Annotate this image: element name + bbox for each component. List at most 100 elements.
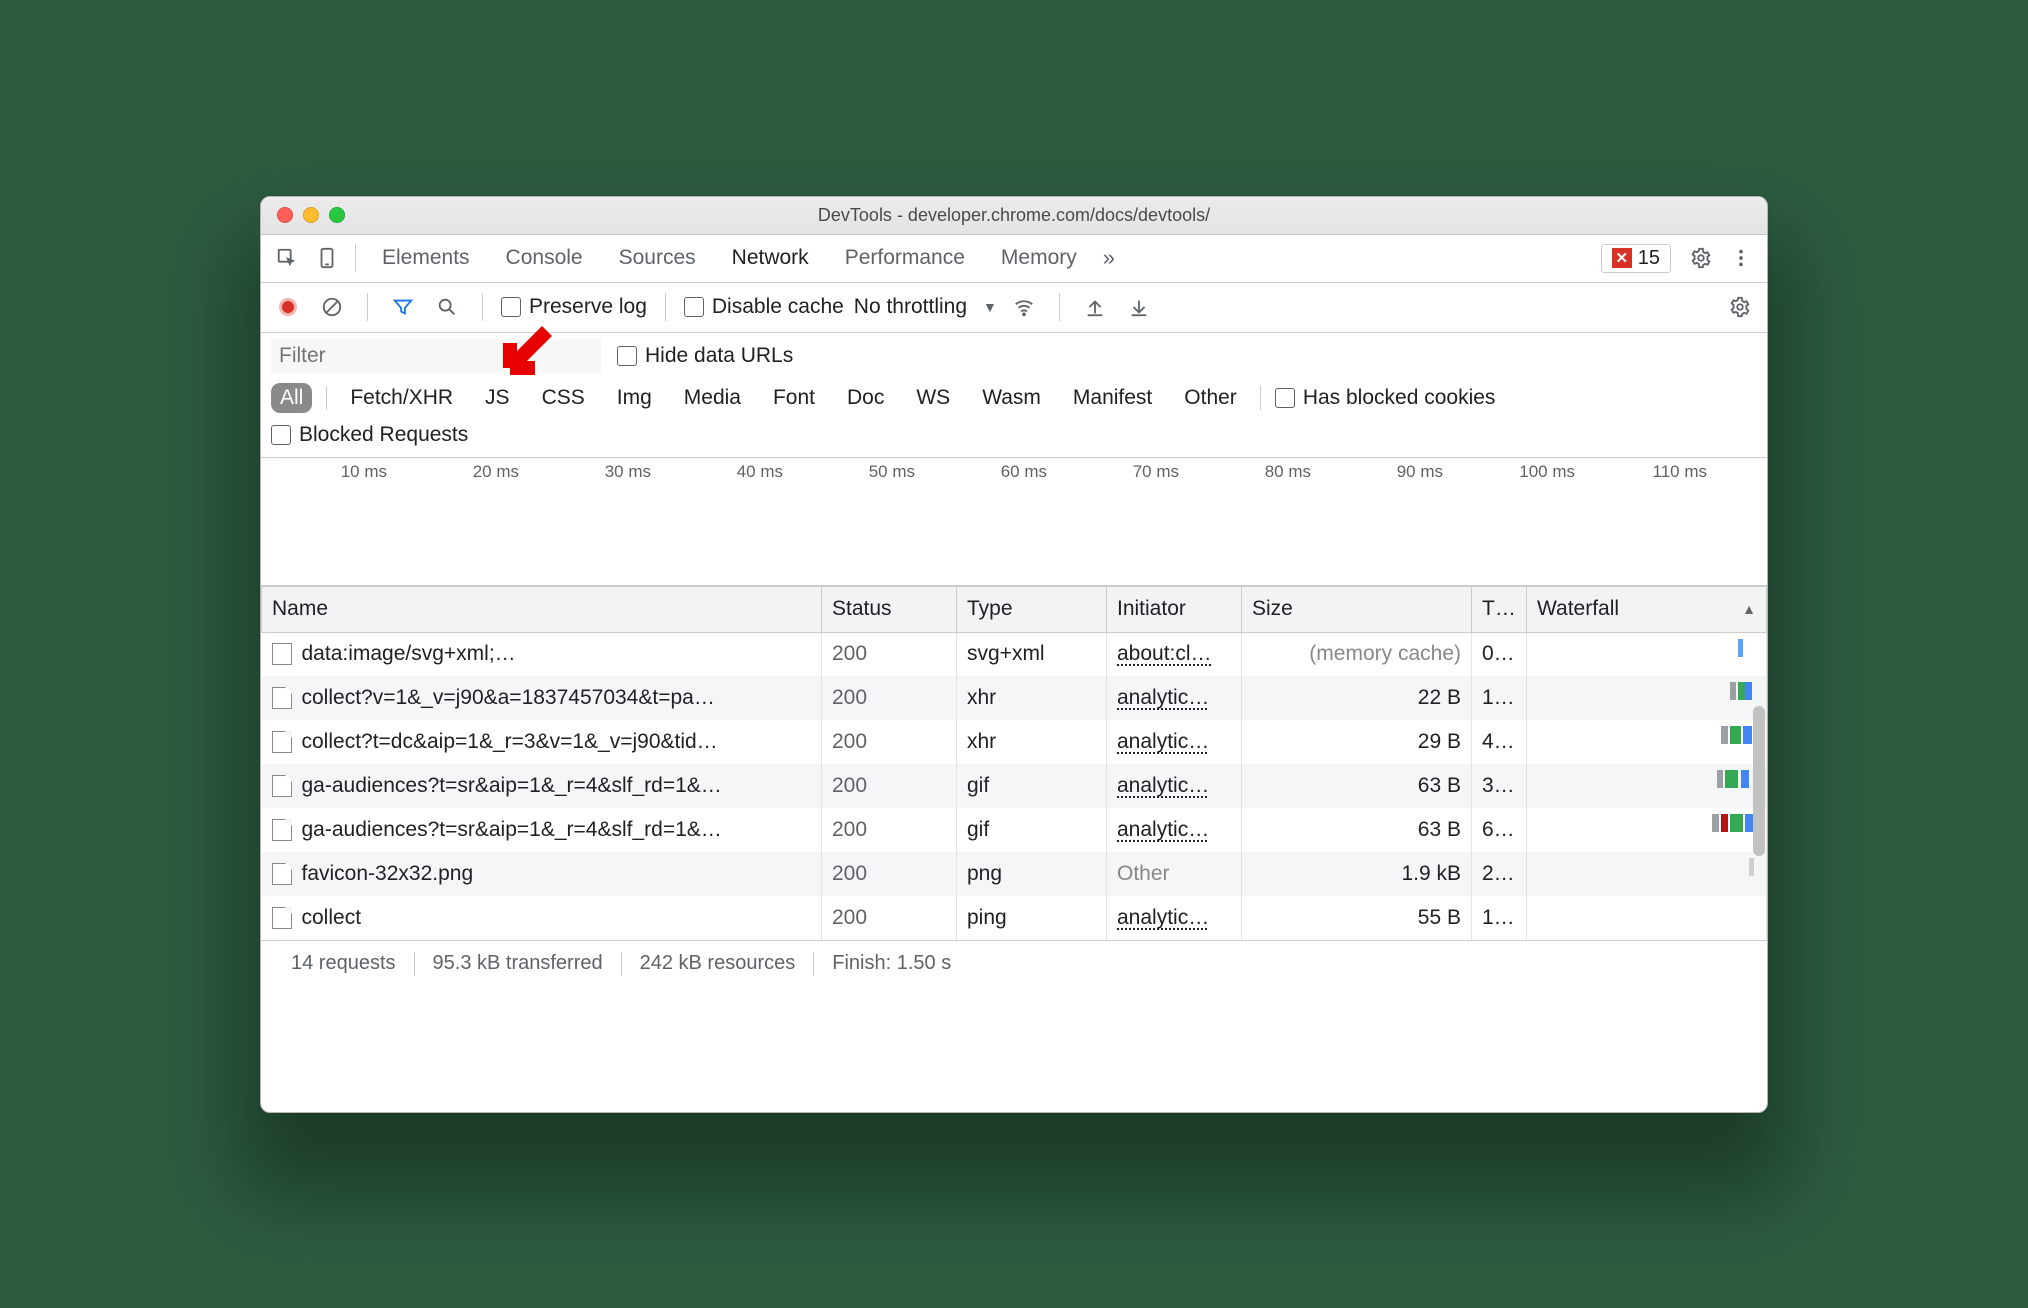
col-size[interactable]: Size [1242, 586, 1472, 632]
filter-input[interactable] [271, 339, 601, 373]
throttling-select[interactable]: No throttling▼ [854, 295, 997, 319]
search-icon[interactable] [430, 290, 464, 324]
filter-type-fetch-xhr[interactable]: Fetch/XHR [341, 383, 462, 413]
timeline-tick: 80 ms [1265, 462, 1311, 482]
blocked-requests-checkbox[interactable]: Blocked Requests [271, 423, 468, 447]
initiator-link[interactable]: analytic… [1117, 906, 1209, 929]
close-window-button[interactable] [277, 207, 293, 223]
request-name: data:image/svg+xml;… [302, 642, 516, 666]
error-count-badge[interactable]: ✕ 15 [1601, 244, 1671, 273]
table-row[interactable]: collect200pinganalytic…55 B1… [262, 896, 1767, 940]
zoom-window-button[interactable] [329, 207, 345, 223]
record-button[interactable] [271, 290, 305, 324]
more-tabs-button[interactable]: » [1095, 245, 1123, 271]
tab-network[interactable]: Network [714, 235, 827, 282]
network-conditions-icon[interactable] [1007, 290, 1041, 324]
footer-finish: Finish: 1.50 s [814, 952, 969, 975]
kebab-menu-icon[interactable] [1721, 238, 1761, 278]
filter-type-ws[interactable]: WS [907, 383, 959, 413]
export-har-icon[interactable] [1122, 290, 1156, 324]
timeline-tick: 10 ms [341, 462, 387, 482]
scrollbar[interactable] [1753, 706, 1765, 856]
file-icon [272, 819, 292, 841]
preserve-log-checkbox[interactable]: Preserve log [501, 295, 647, 319]
file-icon [272, 863, 292, 885]
file-icon [272, 731, 292, 753]
tab-sources[interactable]: Sources [601, 235, 714, 282]
error-icon: ✕ [1612, 248, 1632, 268]
devtools-tabbar: Elements Console Sources Network Perform… [261, 235, 1767, 283]
document-icon [272, 643, 292, 665]
filter-type-other[interactable]: Other [1175, 383, 1246, 413]
filter-type-media[interactable]: Media [675, 383, 750, 413]
timeline-tick: 50 ms [869, 462, 915, 482]
tab-performance[interactable]: Performance [827, 235, 983, 282]
table-row[interactable]: collect?t=dc&aip=1&_r=3&v=1&_v=j90&tid…2… [262, 720, 1767, 764]
clear-button[interactable] [315, 290, 349, 324]
table-row[interactable]: data:image/svg+xml;…200svg+xmlabout:cl…(… [262, 632, 1767, 676]
timeline-tick: 60 ms [1001, 462, 1047, 482]
tab-memory[interactable]: Memory [983, 235, 1095, 282]
initiator-link[interactable]: about:cl… [1117, 642, 1212, 665]
footer-resources: 242 kB resources [622, 952, 814, 975]
col-time[interactable]: T… [1472, 586, 1527, 632]
table-row[interactable]: favicon-32x32.png200pngOther1.9 kB2… [262, 852, 1767, 896]
network-settings-icon[interactable] [1723, 290, 1757, 324]
initiator-link[interactable]: analytic… [1117, 774, 1209, 797]
col-name[interactable]: Name [262, 586, 822, 632]
toggle-device-icon[interactable] [307, 238, 347, 278]
tab-console[interactable]: Console [488, 235, 601, 282]
titlebar: DevTools - developer.chrome.com/docs/dev… [261, 197, 1767, 235]
hide-data-urls-checkbox[interactable]: Hide data URLs [617, 344, 793, 368]
disable-cache-checkbox[interactable]: Disable cache [684, 295, 844, 319]
initiator-link[interactable]: analytic… [1117, 686, 1209, 709]
timeline-overview[interactable]: 10 ms 20 ms 30 ms 40 ms 50 ms 60 ms 70 ms 80 ms… [261, 458, 1767, 586]
timeline-tick: 70 ms [1133, 462, 1179, 482]
traffic-lights [277, 207, 345, 223]
request-table: Name Status Type Initiator Size T… Water… [261, 586, 1767, 1112]
col-waterfall[interactable]: Waterfall▲ [1527, 586, 1767, 632]
timeline-tick: 20 ms [473, 462, 519, 482]
col-status[interactable]: Status [822, 586, 957, 632]
timeline-tick: 30 ms [605, 462, 651, 482]
timeline-tick: 100 ms [1519, 462, 1575, 482]
import-har-icon[interactable] [1078, 290, 1112, 324]
filter-type-all[interactable]: All [271, 383, 312, 413]
col-initiator[interactable]: Initiator [1107, 586, 1242, 632]
table-header-row: Name Status Type Initiator Size T… Water… [262, 586, 1767, 632]
network-controls: Preserve log Disable cache No throttling… [261, 283, 1767, 333]
request-name: collect [302, 906, 362, 930]
checkbox-icon [501, 297, 521, 317]
settings-icon[interactable] [1681, 238, 1721, 278]
request-name: ga-audiences?t=sr&aip=1&_r=4&slf_rd=1&… [302, 818, 722, 842]
filter-type-wasm[interactable]: Wasm [973, 383, 1050, 413]
initiator-link[interactable]: analytic… [1117, 730, 1209, 753]
inspect-element-icon[interactable] [267, 238, 307, 278]
window-title: DevTools - developer.chrome.com/docs/dev… [261, 205, 1767, 226]
minimize-window-button[interactable] [303, 207, 319, 223]
filter-type-manifest[interactable]: Manifest [1064, 383, 1161, 413]
table-row[interactable]: ga-audiences?t=sr&aip=1&_r=4&slf_rd=1&…2… [262, 764, 1767, 808]
sort-asc-icon: ▲ [1742, 601, 1756, 617]
tab-elements[interactable]: Elements [364, 235, 488, 282]
filter-type-css[interactable]: CSS [533, 383, 594, 413]
footer-transferred: 95.3 kB transferred [415, 952, 621, 975]
separator [355, 244, 356, 272]
table-row[interactable]: ga-audiences?t=sr&aip=1&_r=4&slf_rd=1&…2… [262, 808, 1767, 852]
footer-requests: 14 requests [273, 952, 414, 975]
filter-bar: Hide data URLs All Fetch/XHR JS CSS Img … [261, 333, 1767, 458]
filter-icon[interactable] [386, 290, 420, 324]
filter-type-font[interactable]: Font [764, 383, 824, 413]
filter-type-img[interactable]: Img [608, 383, 661, 413]
filter-type-doc[interactable]: Doc [838, 383, 893, 413]
timeline-tick: 40 ms [737, 462, 783, 482]
status-footer: 14 requests 95.3 kB transferred 242 kB r… [261, 940, 1767, 986]
filter-type-js[interactable]: JS [476, 383, 519, 413]
file-icon [272, 775, 292, 797]
initiator-text: Other [1117, 862, 1170, 885]
initiator-link[interactable]: analytic… [1117, 818, 1209, 841]
table-row[interactable]: collect?v=1&_v=j90&a=1837457034&t=pa…200… [262, 676, 1767, 720]
col-type[interactable]: Type [957, 586, 1107, 632]
timeline-tick: 90 ms [1397, 462, 1443, 482]
has-blocked-cookies-checkbox[interactable]: Has blocked cookies [1275, 386, 1496, 410]
